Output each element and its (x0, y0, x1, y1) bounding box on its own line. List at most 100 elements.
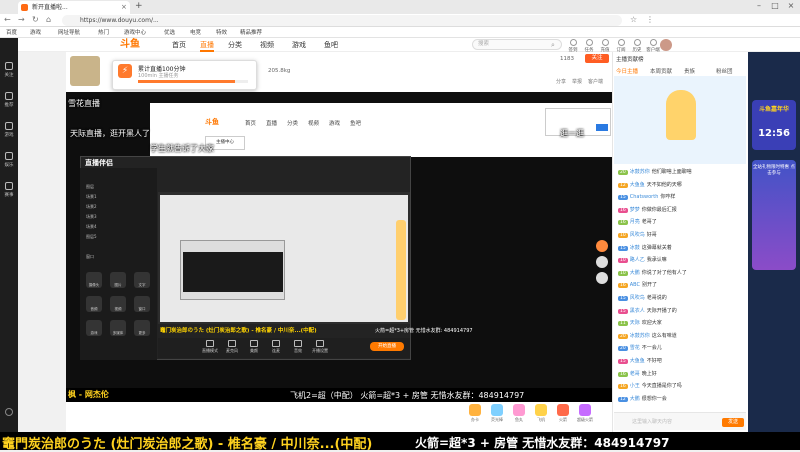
checkin-icon[interactable]: 签到 (566, 39, 580, 53)
live-mode-control: 直播模式 (200, 340, 220, 354)
nav-category[interactable]: 分类 (228, 38, 242, 52)
browser-tab[interactable]: 新开直播啦... (18, 1, 130, 14)
chat-username[interactable]: 天际 (630, 320, 640, 326)
chat-username[interactable]: 大鱼鱼 (630, 182, 645, 188)
bookmark-item[interactable]: 优选 (164, 28, 175, 36)
gift-card[interactable]: 办卡 (466, 404, 484, 424)
user-level-badge: 20 (618, 333, 628, 339)
gift-rocket[interactable]: 火箭 (554, 404, 572, 424)
tab-week-contrib[interactable]: 本周贡献 (650, 67, 672, 75)
extensions-icon[interactable]: ⋮ (646, 15, 654, 24)
sidebar-item-games[interactable]: 游戏 (0, 122, 18, 138)
bookmark-item[interactable]: 网址导航 (58, 28, 80, 36)
chat-username[interactable]: 冰鼓苏你 (630, 333, 650, 339)
gift-super-rocket[interactable]: 超级火箭 (576, 404, 594, 424)
close-tab-icon[interactable]: × (121, 3, 127, 11)
reload-icon[interactable]: ↻ (32, 15, 39, 24)
chat-username[interactable]: 梦梦 (630, 207, 640, 213)
sidebar-item-entertainment[interactable]: 娱乐 (0, 152, 18, 168)
tab-fanclub[interactable]: 粉丝团 (716, 67, 733, 75)
more-icon[interactable] (596, 272, 608, 284)
chat-message: 15 风吹鸟 老哥说的 (618, 294, 746, 301)
video-tool: 视频 (110, 296, 126, 312)
chat-text: 天际开播了的 (646, 307, 677, 314)
sidebar-item-esports[interactable]: 赛事 (0, 182, 18, 198)
home-icon[interactable]: ⌂ (46, 15, 51, 24)
bookmark-item[interactable]: 百度 (6, 28, 17, 36)
chat-username[interactable]: 风吹鸟 (630, 295, 645, 301)
chat-message: 15 黑衣人 天际开播了的 (618, 307, 746, 314)
user-level-badge: 20 (618, 346, 628, 352)
recharge-icon[interactable]: 充值 (598, 39, 612, 53)
nav-video[interactable]: 视频 (260, 38, 274, 52)
chat-username[interactable]: 大鱼鱼 (630, 358, 645, 364)
bookmark-item[interactable]: 特效 (216, 28, 227, 36)
bookmark-item[interactable]: 游戏 (30, 28, 41, 36)
gift-glowstick[interactable]: 荧光棒 (488, 404, 506, 424)
bookmark-item[interactable]: 游戏中心 (124, 28, 146, 36)
minimize-icon[interactable]: – (752, 1, 766, 10)
search-input[interactable]: 搜索 (472, 39, 562, 50)
chat-username[interactable]: 冰鼓苏你 (630, 169, 650, 175)
task-icon[interactable]: 任务 (582, 39, 596, 53)
chat-username[interactable]: 风吹鸟 (630, 232, 645, 238)
chat-username[interactable]: 小王 (630, 383, 640, 389)
chat-username[interactable]: ABC (630, 282, 640, 288)
share-button[interactable]: 分享 (556, 78, 566, 85)
star-icon[interactable]: ☆ (630, 15, 637, 24)
gift-plane[interactable]: 飞机 (532, 404, 550, 424)
promo-badge[interactable]: 斗鱼嘉年华 (752, 100, 796, 150)
follow-button[interactable]: 关注 (585, 54, 609, 63)
chat-input[interactable]: 这里输入聊天内容 (632, 418, 672, 425)
report-button[interactable]: 举报 (572, 78, 582, 85)
maximize-icon[interactable]: □ (768, 1, 782, 10)
history-icon[interactable]: 历史 (630, 39, 644, 53)
bookmark-item[interactable]: 热门 (98, 28, 109, 36)
captured-login-button (596, 124, 608, 131)
tab-today-anchor[interactable]: 今日主播 (616, 67, 638, 75)
captured-nav-item: 视频 (308, 121, 320, 127)
chat-username[interactable]: 月亮 (630, 219, 640, 225)
client-icon[interactable]: 客户端 (646, 39, 660, 53)
promo-card[interactable]: 全站礼物限时特惠 点击参与 (752, 160, 796, 270)
sidebar-item-recommend[interactable]: 推荐 (0, 92, 18, 108)
url-input[interactable]: https://www.douyu.com/... (62, 15, 622, 26)
chat-message: 10 路人乙 我承认嘛 (618, 256, 746, 264)
chat-username[interactable]: 冰鼓 (630, 245, 640, 251)
nav-games[interactable]: 游戏 (292, 38, 306, 52)
chat-message: 15 大鱼鱼 不好吧 (618, 357, 746, 364)
settings-icon[interactable] (5, 408, 13, 416)
streamer-avatar[interactable] (70, 56, 100, 86)
search-icon[interactable]: ⌕ (551, 41, 555, 50)
nav-yuba[interactable]: 鱼吧 (324, 38, 338, 52)
chat-username[interactable]: 老哥 (630, 371, 640, 377)
mascot-image (666, 90, 696, 140)
back-icon[interactable]: ← (4, 15, 11, 24)
site-logo[interactable]: 斗鱼 (120, 38, 140, 52)
lightning-icon: ⚡ (118, 64, 132, 78)
subscribe-icon[interactable]: 订阅 (614, 39, 628, 53)
chat-username[interactable]: Chatsworth (630, 194, 659, 200)
nav-live[interactable]: 直播 (200, 38, 214, 52)
new-tab-icon[interactable]: + (135, 1, 143, 11)
forward-icon[interactable]: → (18, 15, 25, 24)
nav-home[interactable]: 首页 (172, 38, 186, 52)
room-score: 205.8kg (268, 68, 291, 74)
client-button[interactable]: 客户端 (588, 78, 603, 85)
send-button[interactable]: 发送 (722, 418, 744, 427)
bookmark-item[interactable]: 电竞 (190, 28, 201, 36)
chat-username[interactable]: 大鹏 (630, 396, 640, 402)
chat-username[interactable]: 路人乙 (630, 257, 645, 263)
tab-noble[interactable]: 贵族 (684, 67, 695, 75)
chat-username[interactable]: 黑衣人 (630, 308, 645, 314)
chat-username[interactable]: 大鹏 (630, 270, 640, 276)
chat-username[interactable]: 雪花 (630, 345, 640, 351)
user-avatar[interactable] (660, 39, 672, 51)
close-window-icon[interactable]: × (784, 1, 798, 10)
user-level-badge: 10 (618, 258, 628, 264)
gift-fishball[interactable]: 鱼丸 (510, 404, 528, 424)
sidebar-item-follow[interactable]: 关注 (0, 62, 18, 78)
bookmark-item[interactable]: 精品推荐 (240, 28, 262, 36)
gift-float-icon[interactable] (596, 240, 608, 252)
fullscreen-icon[interactable] (596, 256, 608, 268)
